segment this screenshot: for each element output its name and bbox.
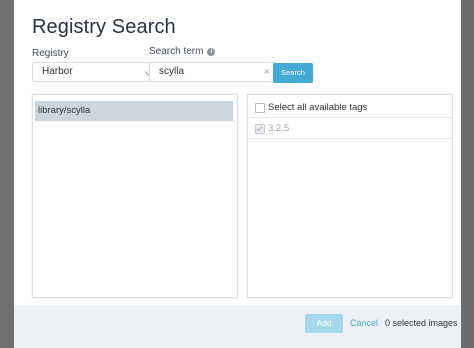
cancel-button[interactable]: Cancel — [350, 314, 378, 333]
registry-search-dialog: Registry Search Registry Harbor Search t… — [14, 0, 461, 348]
tag-list-panel: Select all available tags 3.2.5 — [247, 94, 453, 298]
modal-backdrop-left — [0, 0, 14, 348]
search-term-input[interactable]: scylla × — [149, 62, 277, 82]
registry-select-value: Harbor — [42, 66, 73, 77]
select-all-checkbox[interactable] — [255, 103, 265, 113]
modal-backdrop-right — [461, 0, 474, 348]
add-button[interactable]: Add — [305, 314, 343, 333]
tag-checkbox — [255, 124, 265, 134]
search-term-label: Search term i — [149, 46, 216, 57]
select-all-tags-row[interactable]: Select all available tags — [248, 97, 452, 118]
search-term-label-text: Search term — [149, 46, 204, 57]
search-term-value: scylla — [159, 66, 185, 77]
registry-select[interactable]: Harbor — [32, 62, 160, 82]
clear-icon[interactable]: × — [264, 63, 270, 81]
select-all-label: Select all available tags — [268, 102, 368, 113]
info-icon[interactable]: i — [207, 48, 216, 56]
repository-list-panel: library/scylla — [32, 94, 238, 298]
dialog-body: Registry Search Registry Harbor Search t… — [14, 0, 461, 305]
registry-label: Registry — [32, 48, 69, 59]
tag-item: 3.2.5 — [248, 118, 452, 139]
search-button[interactable]: Search — [273, 63, 313, 83]
tag-item-label: 3.2.5 — [268, 123, 290, 134]
selected-count: 0 selected images — [385, 318, 458, 328]
repository-item[interactable]: library/scylla — [35, 101, 233, 121]
dialog-title: Registry Search — [32, 16, 176, 38]
